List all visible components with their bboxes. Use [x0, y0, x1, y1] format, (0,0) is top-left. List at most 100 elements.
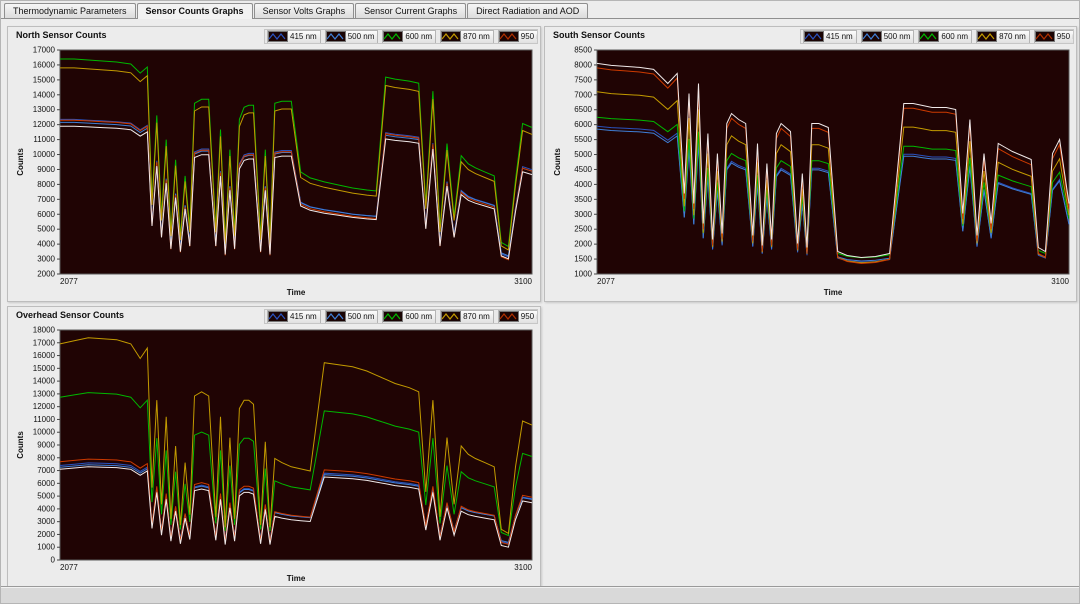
svg-text:13000: 13000	[33, 389, 56, 398]
svg-text:3100: 3100	[514, 277, 532, 286]
svg-text:5000: 5000	[37, 492, 55, 501]
legend-swatch-icon	[268, 31, 288, 42]
svg-text:14000: 14000	[33, 377, 56, 386]
legend-label: 600 nm	[405, 312, 433, 321]
legend-item-950-nm[interactable]: 950 nm	[497, 30, 537, 43]
legend-swatch-icon	[383, 311, 404, 322]
legend-swatch-icon	[861, 31, 882, 42]
legend-label: 500 nm	[883, 32, 911, 41]
svg-text:4000: 4000	[37, 504, 55, 513]
legend-label: 415 nm	[826, 32, 853, 41]
svg-text:2077: 2077	[60, 563, 78, 572]
svg-text:8000: 8000	[37, 453, 55, 462]
north-sensor-panel: North Sensor Counts 415 nm 500 nm 600 nm 87…	[7, 26, 541, 302]
legend-item-600-nm[interactable]: 600 nm	[918, 30, 973, 43]
legend-label: 870 nm	[463, 312, 490, 321]
legend-item-950-nm[interactable]: 950 nm	[1033, 30, 1073, 43]
svg-text:6000: 6000	[574, 120, 592, 129]
overhead-sensor-chart[interactable]: 0 1000 2000 3000 4000 5000 6000 7000 8000 9000 100…	[12, 324, 536, 584]
legend-swatch-icon	[383, 31, 404, 42]
legend-label: 600 nm	[405, 32, 433, 41]
svg-text:5000: 5000	[574, 150, 592, 159]
svg-text:7000: 7000	[574, 90, 592, 99]
svg-text:8000: 8000	[574, 60, 592, 69]
panel-title-north: North Sensor Counts	[16, 30, 107, 40]
legend-item-600-nm[interactable]: 600 nm	[382, 310, 437, 323]
overhead-sensor-panel: Overhead Sensor Counts 415 nm 500 nm 600 n…	[7, 306, 541, 588]
svg-text:7000: 7000	[37, 195, 55, 204]
tab-bar: Thermodynamic Parameters Sensor Counts G…	[1, 1, 1079, 19]
svg-text:11000: 11000	[33, 135, 55, 144]
legend-swatch-icon	[977, 31, 998, 42]
svg-text:16000: 16000	[33, 351, 56, 360]
legend-item-500-nm[interactable]: 500 nm	[324, 310, 379, 323]
legend-item-415-nm[interactable]: 415 nm	[803, 30, 857, 43]
svg-text:9000: 9000	[37, 165, 55, 174]
south-sensor-panel: South Sensor Counts 415 nm 500 nm 600 nm 87…	[544, 26, 1077, 302]
legend-item-870-nm[interactable]: 870 nm	[976, 30, 1030, 43]
legend-swatch-icon	[325, 311, 346, 322]
legend-label: 600 nm	[941, 32, 969, 41]
svg-text:3500: 3500	[574, 195, 592, 204]
tab-thermodynamic-parameters[interactable]: Thermodynamic Parameters	[4, 3, 136, 18]
svg-text:11000: 11000	[33, 415, 55, 424]
legend-item-415-nm[interactable]: 415 nm	[267, 310, 321, 323]
legend-label: 870 nm	[999, 32, 1026, 41]
svg-text:Time: Time	[287, 288, 306, 297]
tab-page-sensor-counts: North Sensor Counts 415 nm 500 nm 600 nm 87…	[1, 18, 1079, 588]
horizontal-scrollbar[interactable]	[1, 586, 1079, 603]
svg-text:3000: 3000	[37, 517, 55, 526]
svg-text:6000: 6000	[37, 210, 55, 219]
legend-label: 500 nm	[347, 312, 375, 321]
svg-text:7000: 7000	[37, 466, 55, 475]
svg-text:2077: 2077	[597, 277, 615, 286]
svg-text:9000: 9000	[37, 441, 55, 450]
svg-text:2500: 2500	[574, 225, 592, 234]
svg-text:4000: 4000	[37, 240, 55, 249]
svg-text:17000: 17000	[33, 338, 56, 347]
tab-sensor-counts-graphs[interactable]: Sensor Counts Graphs	[136, 3, 253, 19]
tab-sensor-current-graphs[interactable]: Sensor Current Graphs	[355, 3, 467, 18]
legend-item-600-nm[interactable]: 600 nm	[382, 30, 437, 43]
svg-text:13000: 13000	[33, 105, 56, 114]
svg-text:7500: 7500	[574, 75, 592, 84]
svg-text:Counts: Counts	[16, 148, 25, 176]
legend-swatch-icon	[441, 311, 462, 322]
legend-swatch-icon	[325, 31, 346, 42]
legend-north: 415 nm 500 nm 600 nm 870 nm 950 nm	[264, 29, 538, 44]
legend-swatch-icon	[498, 31, 519, 42]
legend-item-500-nm[interactable]: 500 nm	[860, 30, 915, 43]
svg-text:15000: 15000	[33, 75, 56, 84]
legend-item-870-nm[interactable]: 870 nm	[440, 30, 494, 43]
north-sensor-chart[interactable]: 2000 3000 4000 5000 6000 7000 8000 9000 10000 110…	[12, 44, 536, 298]
tab-sensor-volts-graphs[interactable]: Sensor Volts Graphs	[253, 3, 355, 18]
legend-swatch-icon	[268, 311, 288, 322]
svg-text:3000: 3000	[574, 210, 592, 219]
svg-text:2000: 2000	[574, 240, 592, 249]
svg-text:1000: 1000	[37, 543, 55, 552]
svg-text:14000: 14000	[33, 90, 56, 99]
legend-swatch-icon	[1034, 31, 1055, 42]
tab-direct-radiation-and-aod[interactable]: Direct Radiation and AOD	[467, 3, 589, 18]
svg-text:12000: 12000	[33, 402, 56, 411]
svg-text:Time: Time	[287, 574, 306, 583]
svg-text:1000: 1000	[574, 270, 592, 279]
svg-text:15000: 15000	[33, 364, 56, 373]
svg-text:2000: 2000	[37, 270, 55, 279]
legend-label: 950 nm	[1056, 32, 1073, 41]
legend-label: 500 nm	[347, 32, 375, 41]
svg-text:10000: 10000	[33, 150, 56, 159]
svg-text:2000: 2000	[37, 530, 55, 539]
legend-swatch-icon	[919, 31, 940, 42]
legend-item-870-nm[interactable]: 870 nm	[440, 310, 494, 323]
svg-text:8500: 8500	[574, 46, 592, 55]
svg-text:Time: Time	[824, 288, 843, 297]
south-sensor-chart[interactable]: 1000 1500 2000 2500 3000 3500 4000 4500 5000 5500…	[549, 44, 1073, 298]
legend-item-950-nm[interactable]: 950 nm	[497, 310, 537, 323]
legend-item-500-nm[interactable]: 500 nm	[324, 30, 379, 43]
svg-text:12000: 12000	[33, 120, 56, 129]
legend-overhead: 415 nm 500 nm 600 nm 870 nm 950 nm	[264, 309, 538, 324]
svg-text:5500: 5500	[574, 135, 592, 144]
svg-text:3100: 3100	[1051, 277, 1069, 286]
legend-item-415-nm[interactable]: 415 nm	[267, 30, 321, 43]
